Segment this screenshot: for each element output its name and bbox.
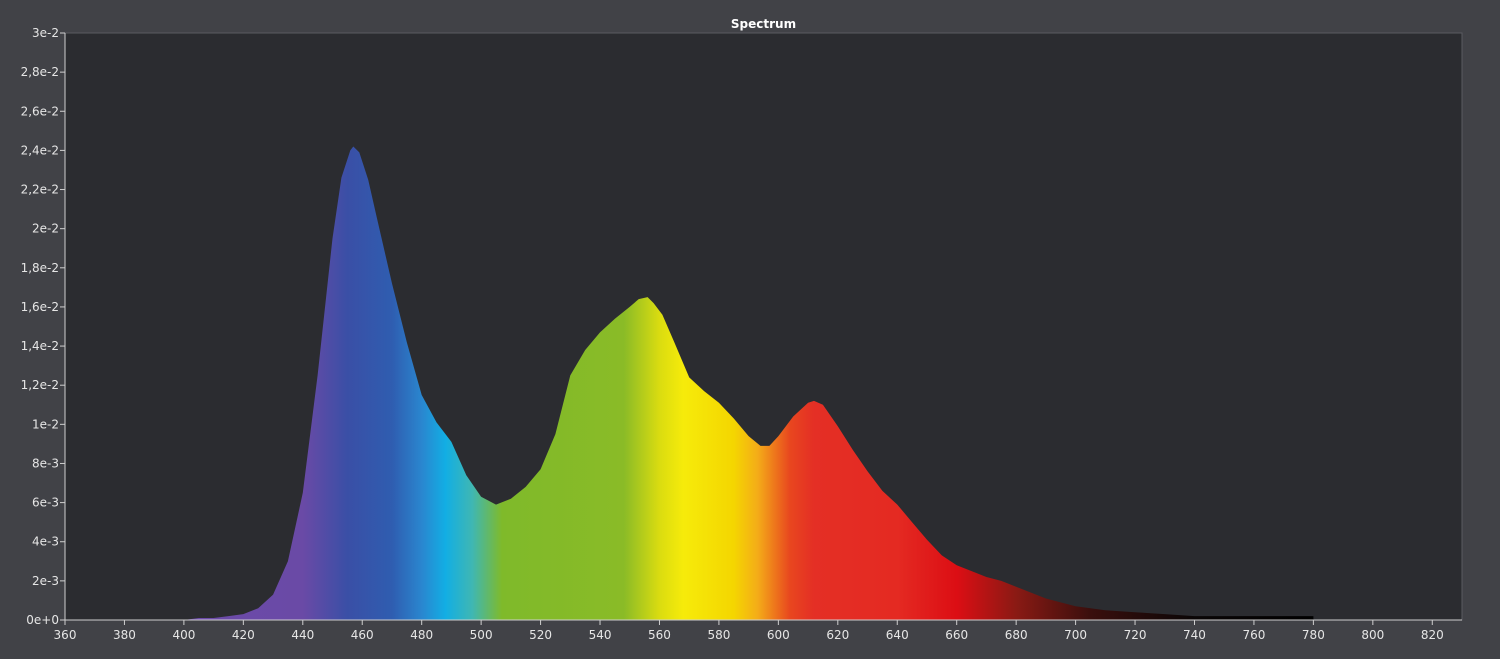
x-axis: 360 380 400 420 440 460 480 500 520 540 560 580 600 6… xyxy=(54,619,1462,642)
x-tick-label: 800 xyxy=(1361,628,1384,642)
y-tick-label: 1e-2 xyxy=(32,417,59,431)
y-tick-label: 3e-2 xyxy=(32,26,59,40)
y-tick-label: 2,4e-2 xyxy=(21,143,59,157)
x-tick-label: 760 xyxy=(1242,628,1265,642)
y-tick-label: 1,6e-2 xyxy=(21,300,59,314)
x-tick-label: 740 xyxy=(1183,628,1206,642)
x-tick-label: 720 xyxy=(1124,628,1147,642)
y-tick-label: 1,8e-2 xyxy=(21,261,59,275)
x-tick-label: 520 xyxy=(529,628,552,642)
x-tick-label: 600 xyxy=(767,628,790,642)
y-tick-label: 2e-3 xyxy=(32,574,59,588)
y-tick-label: 1,2e-2 xyxy=(21,378,59,392)
y-tick-label: 2,8e-2 xyxy=(21,65,59,79)
y-tick-label: 1,4e-2 xyxy=(21,339,59,353)
x-tick-label: 620 xyxy=(826,628,849,642)
x-tick-label: 540 xyxy=(589,628,612,642)
x-tick-label: 480 xyxy=(410,628,433,642)
x-tick-label: 680 xyxy=(1005,628,1028,642)
y-tick-label: 2,2e-2 xyxy=(21,183,59,197)
x-tick-label: 580 xyxy=(707,628,730,642)
x-tick-label: 360 xyxy=(54,628,77,642)
x-tick-label: 420 xyxy=(232,628,255,642)
x-tick-label: 820 xyxy=(1421,628,1444,642)
y-axis: 0e+0 2e-3 4e-3 6e-3 8e-3 1e-2 1,2e-2 1,4e-2 1,6e… xyxy=(21,26,66,627)
y-tick-label: 2,6e-2 xyxy=(21,104,59,118)
y-tick-label: 4e-3 xyxy=(32,535,59,549)
y-tick-label: 6e-3 xyxy=(32,496,59,510)
x-tick-label: 560 xyxy=(648,628,671,642)
x-tick-label: 660 xyxy=(945,628,968,642)
x-tick-label: 380 xyxy=(113,628,136,642)
x-tick-label: 780 xyxy=(1302,628,1325,642)
y-tick-label: 0e+0 xyxy=(26,613,59,627)
x-tick-label: 700 xyxy=(1064,628,1087,642)
x-tick-label: 460 xyxy=(351,628,374,642)
spectrum-chart: Spectrum 0e+0 2e-3 4e-3 6e-3 8e-3 1e-2 1,2e-2 1… xyxy=(21,17,1463,642)
chart-title: Spectrum xyxy=(731,17,796,31)
x-tick-label: 400 xyxy=(172,628,195,642)
x-tick-label: 500 xyxy=(470,628,493,642)
y-tick-label: 8e-3 xyxy=(32,456,59,470)
x-tick-label: 640 xyxy=(886,628,909,642)
x-tick-label: 440 xyxy=(291,628,314,642)
y-tick-label: 2e-2 xyxy=(32,222,59,236)
